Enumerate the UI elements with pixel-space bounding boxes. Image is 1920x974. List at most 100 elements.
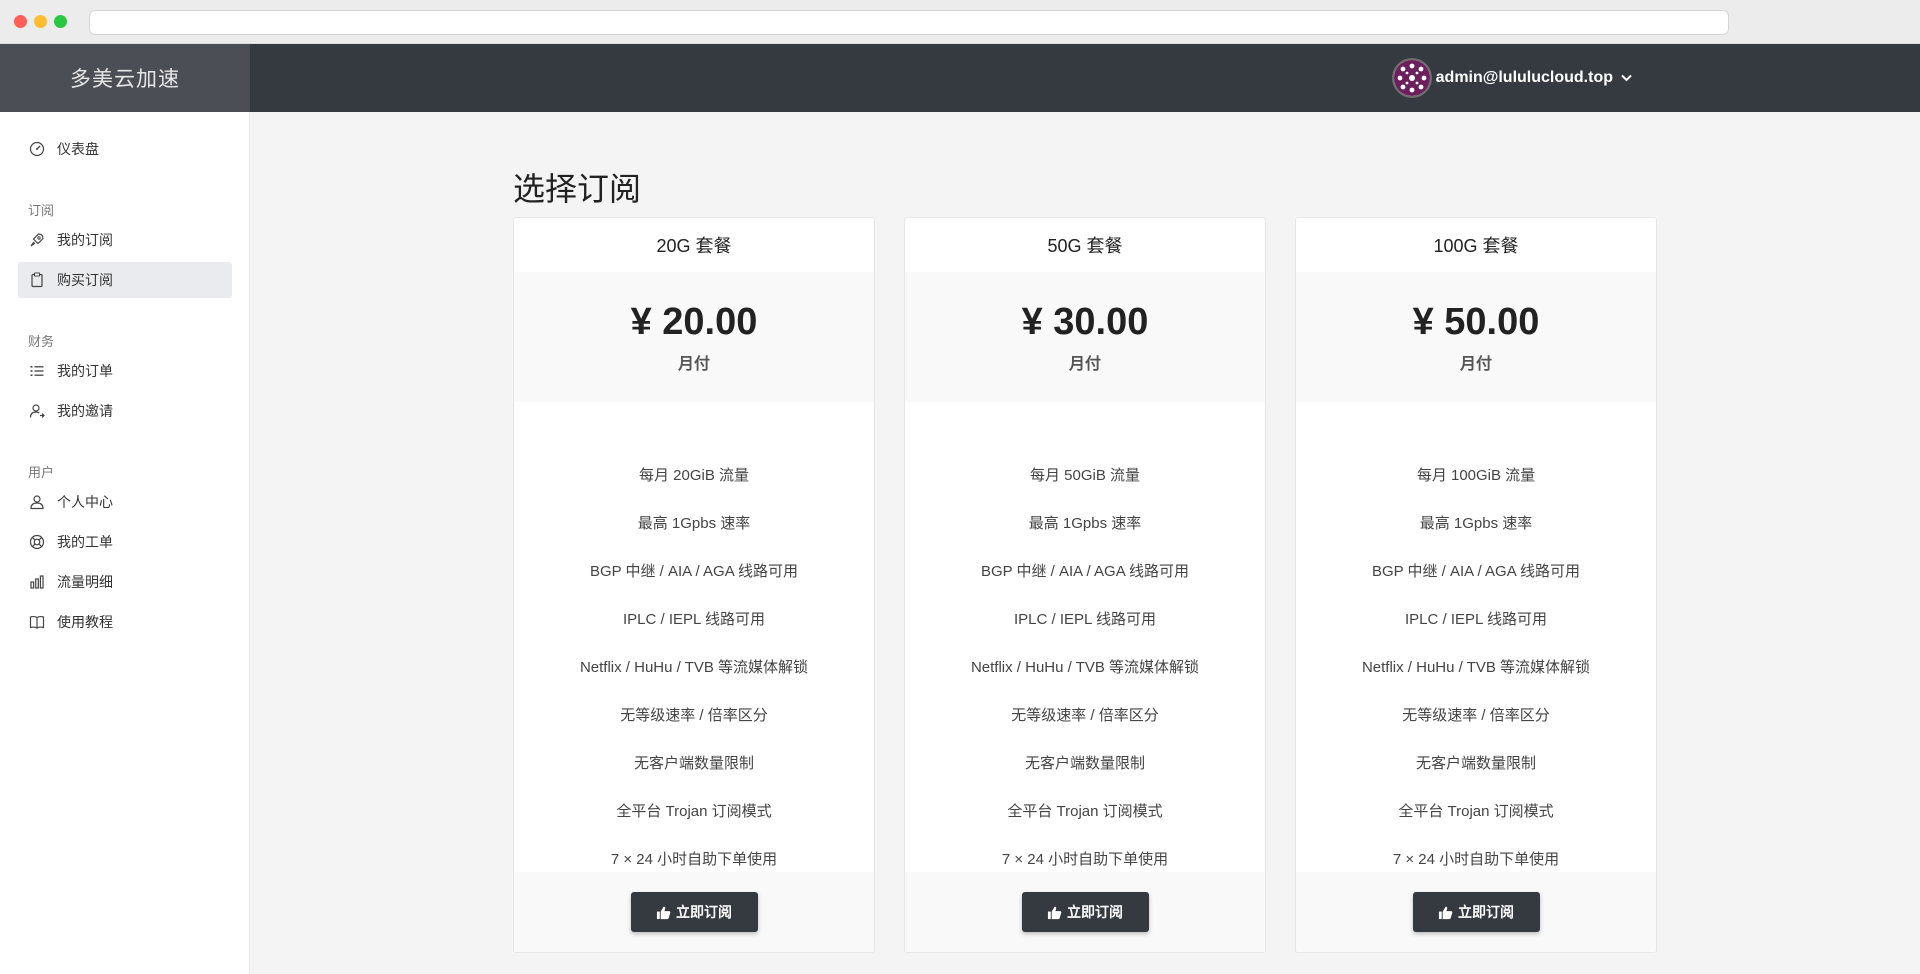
brand-logo[interactable]: 多美云加速 bbox=[0, 44, 250, 112]
plan-name: 50G 套餐 bbox=[1047, 236, 1123, 256]
sidebar-item-label: 我的订单 bbox=[57, 363, 113, 379]
page-title: 选择订阅 bbox=[513, 171, 642, 207]
subscribe-button-label: 立即订阅 bbox=[1067, 904, 1123, 920]
subscribe-button[interactable]: 立即订阅 bbox=[1412, 892, 1540, 932]
sidebar-item-label: 我的邀请 bbox=[57, 403, 113, 419]
dashboard-gauge-icon bbox=[29, 141, 45, 157]
support-lifebuoy-icon bbox=[29, 534, 45, 550]
feature-item: 无等级速率 / 倍率区分 bbox=[1402, 706, 1550, 724]
plan-price: ¥ 20.00 bbox=[630, 300, 758, 343]
sidebar-item-label: 使用教程 bbox=[57, 614, 113, 630]
bar-chart-icon bbox=[30, 575, 44, 589]
invite-user-icon bbox=[29, 404, 45, 418]
sidebar-item-my-orders[interactable]: 我的订单 bbox=[18, 353, 232, 389]
sidebar-section-user: 用户 bbox=[28, 465, 55, 480]
feature-item: 无客户端数量限制 bbox=[1415, 754, 1536, 772]
feature-item: 最高 1Gpbs 速率 bbox=[1419, 514, 1533, 532]
price-block: ¥ 30.00 月付 bbox=[905, 272, 1265, 402]
feature-item: 每月 20GiB 流量 bbox=[638, 466, 750, 484]
plan-price: ¥ 30.00 bbox=[1021, 300, 1149, 343]
thumbs-up-icon bbox=[1438, 906, 1453, 919]
browser-chrome bbox=[0, 0, 1920, 44]
feature-item: 最高 1Gpbs 速率 bbox=[1028, 514, 1142, 532]
avatar bbox=[1391, 58, 1432, 98]
card-footer: 立即订阅 bbox=[514, 872, 874, 952]
sidebar-item-label: 个人中心 bbox=[57, 494, 113, 510]
thumbs-up-icon bbox=[1047, 906, 1062, 919]
feature-item: 每月 100GiB 流量 bbox=[1416, 466, 1536, 484]
feature-item: 全平台 Trojan 订阅模式 bbox=[616, 802, 772, 820]
feature-item: 无客户端数量限制 bbox=[633, 754, 754, 772]
subscribe-button-label: 立即订阅 bbox=[1458, 904, 1514, 920]
feature-item: IPLC / IEPL 线路可用 bbox=[1014, 610, 1156, 628]
address-bar[interactable] bbox=[89, 10, 1729, 35]
plan-price: ¥ 50.00 bbox=[1412, 300, 1540, 343]
user-email: admin@lululucloud.top bbox=[1435, 69, 1613, 86]
sidebar-item-my-invites[interactable]: 我的邀请 bbox=[18, 393, 232, 429]
card-footer: 立即订阅 bbox=[905, 872, 1265, 952]
plan-period: 月付 bbox=[1068, 355, 1101, 373]
price-block: ¥ 50.00 月付 bbox=[1296, 272, 1656, 402]
thumbs-up-icon bbox=[656, 906, 671, 919]
plan-card: 20G 套餐 ¥ 20.00 月付 每月 20GiB 流量 最高 1Gpbs 速… bbox=[513, 217, 875, 953]
plan-card: 50G 套餐 ¥ 30.00 月付 每月 50GiB 流量 最高 1Gpbs 速… bbox=[904, 217, 1266, 953]
subscribe-button[interactable]: 立即订阅 bbox=[1021, 892, 1149, 932]
card-footer: 立即订阅 bbox=[1296, 872, 1656, 952]
feature-item: Netflix / HuHu / TVB 等流媒体解锁 bbox=[1361, 658, 1591, 676]
chevron-down-icon bbox=[1621, 71, 1632, 85]
sidebar-item-my-subscription[interactable]: 我的订阅 bbox=[18, 222, 232, 258]
plan-name: 100G 套餐 bbox=[1433, 236, 1519, 256]
sidebar-item-my-tickets[interactable]: 我的工单 bbox=[18, 524, 232, 560]
feature-item: IPLC / IEPL 线路可用 bbox=[1405, 610, 1547, 628]
window-maximize-dot[interactable] bbox=[54, 15, 67, 28]
top-header: admin@lululucloud.top bbox=[250, 44, 1920, 112]
sidebar-section-subscription: 订阅 bbox=[28, 203, 55, 218]
feature-list: 每月 100GiB 流量 最高 1Gpbs 速率 BGP 中继 / AIA / … bbox=[1296, 402, 1656, 882]
sidebar-item-label: 购买订阅 bbox=[57, 272, 113, 288]
sidebar-item-label: 我的订阅 bbox=[57, 232, 113, 248]
sidebar-item-tutorials[interactable]: 使用教程 bbox=[18, 604, 232, 640]
sidebar-item-label: 流量明细 bbox=[57, 574, 113, 590]
feature-item: Netflix / HuHu / TVB 等流媒体解锁 bbox=[579, 658, 809, 676]
feature-item: 无等级速率 / 倍率区分 bbox=[1011, 706, 1159, 724]
feature-list: 每月 50GiB 流量 最高 1Gpbs 速率 BGP 中继 / AIA / A… bbox=[905, 402, 1265, 882]
list-icon bbox=[30, 366, 44, 376]
feature-item: BGP 中继 / AIA / AGA 线路可用 bbox=[589, 562, 799, 580]
feature-item: BGP 中继 / AIA / AGA 线路可用 bbox=[1371, 562, 1581, 580]
sidebar-item-dashboard[interactable]: 仪表盘 bbox=[18, 131, 232, 167]
clipboard-icon bbox=[31, 272, 43, 288]
sidebar: 仪表盘 订阅 我的订阅 购买订阅 财务 我的订单 我的邀请 用户 个人中心 我的… bbox=[0, 112, 250, 974]
feature-item: 全平台 Trojan 订阅模式 bbox=[1007, 802, 1163, 820]
sidebar-item-label: 仪表盘 bbox=[57, 141, 99, 157]
plan-name: 20G 套餐 bbox=[656, 236, 732, 256]
rocket-icon bbox=[30, 233, 44, 247]
feature-list: 每月 20GiB 流量 最高 1Gpbs 速率 BGP 中继 / AIA / A… bbox=[514, 402, 874, 882]
sidebar-item-buy-subscription[interactable]: 购买订阅 bbox=[18, 262, 232, 298]
user-icon bbox=[30, 495, 44, 510]
plan-period: 月付 bbox=[1459, 355, 1492, 373]
sidebar-item-label: 我的工单 bbox=[57, 534, 113, 550]
sidebar-item-traffic-details[interactable]: 流量明细 bbox=[18, 564, 232, 600]
brand-name: 多美云加速 bbox=[70, 68, 180, 91]
feature-item: Netflix / HuHu / TVB 等流媒体解锁 bbox=[970, 658, 1200, 676]
price-block: ¥ 20.00 月付 bbox=[514, 272, 874, 402]
sidebar-item-profile[interactable]: 个人中心 bbox=[18, 484, 232, 520]
feature-item: 无等级速率 / 倍率区分 bbox=[620, 706, 768, 724]
feature-item: IPLC / IEPL 线路可用 bbox=[623, 610, 765, 628]
book-icon bbox=[29, 615, 45, 629]
user-menu[interactable]: admin@lululucloud.top bbox=[1391, 58, 1632, 98]
main-content: 选择订阅 20G 套餐 ¥ 20.00 月付 每月 20GiB 流量 最高 1G… bbox=[250, 112, 1920, 974]
window-close-dot[interactable] bbox=[14, 15, 27, 28]
sidebar-section-finance: 财务 bbox=[28, 334, 55, 349]
plan-period: 月付 bbox=[677, 355, 710, 373]
plan-card: 100G 套餐 ¥ 50.00 月付 每月 100GiB 流量 最高 1Gpbs… bbox=[1295, 217, 1657, 953]
feature-item: 每月 50GiB 流量 bbox=[1029, 466, 1141, 484]
feature-item: 无客户端数量限制 bbox=[1024, 754, 1145, 772]
feature-item: BGP 中继 / AIA / AGA 线路可用 bbox=[980, 562, 1190, 580]
feature-item: 全平台 Trojan 订阅模式 bbox=[1398, 802, 1554, 820]
subscribe-button-label: 立即订阅 bbox=[676, 904, 732, 920]
feature-item: 最高 1Gpbs 速率 bbox=[637, 514, 751, 532]
subscribe-button[interactable]: 立即订阅 bbox=[630, 892, 758, 932]
window-minimize-dot[interactable] bbox=[34, 15, 47, 28]
avatar-pattern-icon bbox=[1393, 60, 1430, 96]
